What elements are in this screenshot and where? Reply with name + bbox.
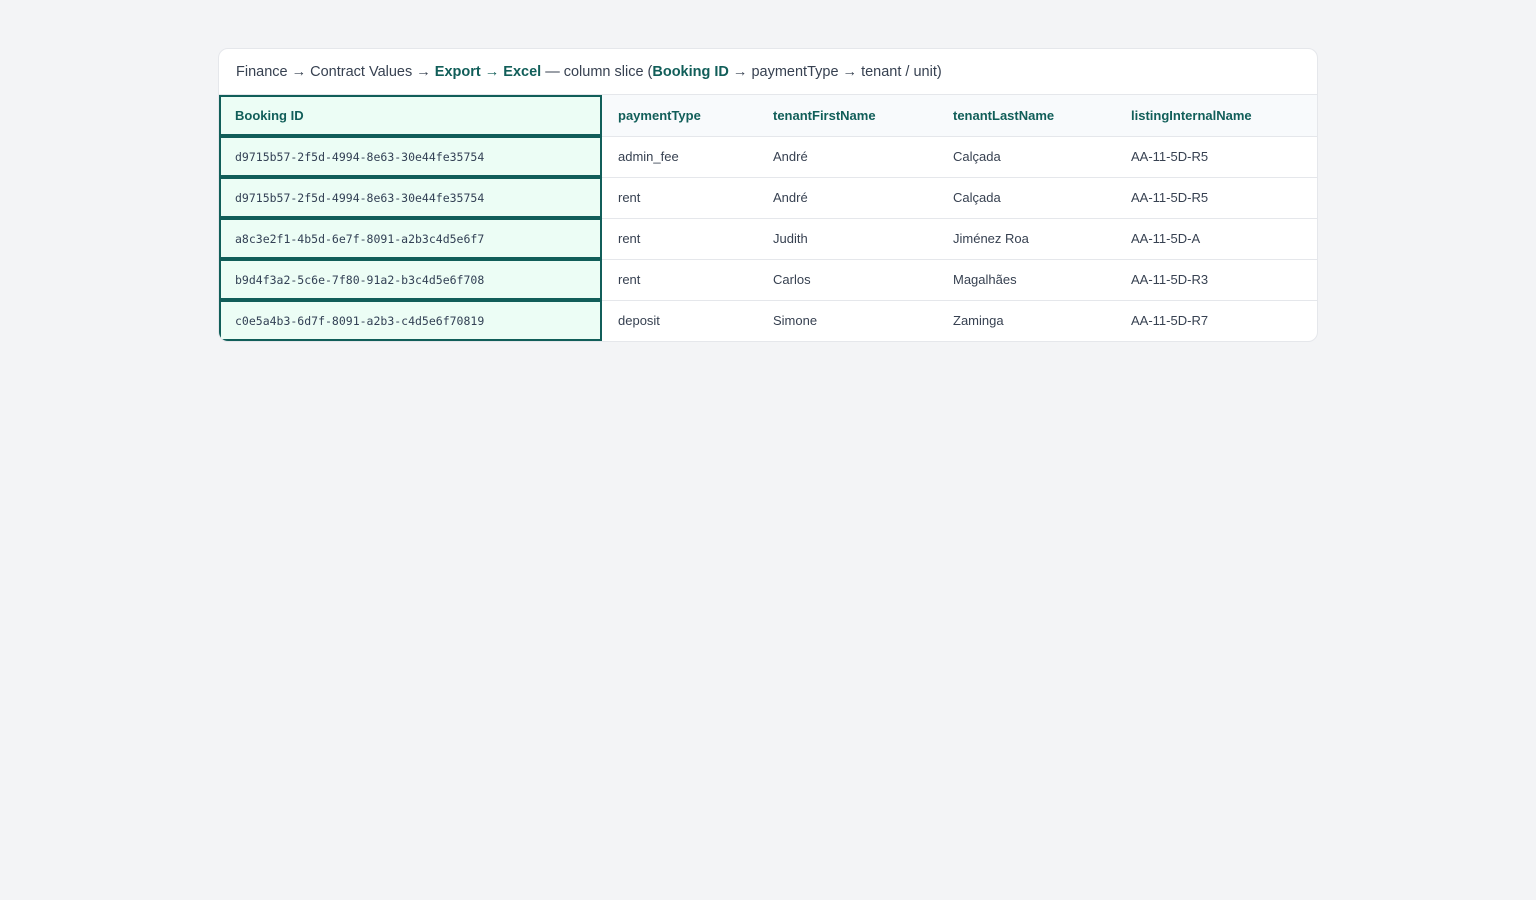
tenant-first-name-cell[interactable]: André bbox=[757, 136, 937, 178]
breadcrumb: Finance → Contract Values → Export → Exc… bbox=[219, 49, 1317, 95]
breadcrumb-path: Finance → Contract Values → bbox=[236, 63, 435, 80]
listing-internal-name-cell[interactable]: AA-11-5D-R5 bbox=[1115, 177, 1317, 219]
breadcrumb-column-slice-label: — column slice ( bbox=[541, 63, 653, 80]
booking-id-cell[interactable]: d9715b57-2f5d-4994-8e63-30e44fe35754 bbox=[219, 177, 602, 219]
tenant-last-name-cell[interactable]: Magalhães bbox=[937, 259, 1115, 301]
column-header-tenant-first-name[interactable]: tenantFirstName bbox=[757, 95, 937, 137]
tenant-first-name-cell[interactable]: Judith bbox=[757, 218, 937, 260]
listing-internal-name-cell[interactable]: AA-11-5D-R7 bbox=[1115, 300, 1317, 341]
breadcrumb-column-order: → paymentType → tenant / unit) bbox=[728, 63, 942, 80]
listing-internal-name-cell[interactable]: AA-11-5D-A bbox=[1115, 218, 1317, 260]
table-row: a8c3e2f1-4b5d-6e7f-8091-a2b3c4d5e6f7 ren… bbox=[219, 218, 1317, 260]
tenant-first-name-cell[interactable]: Carlos bbox=[757, 259, 937, 301]
column-header-listing-internal-name[interactable]: listingInternalName bbox=[1115, 95, 1317, 137]
column-header-booking-id[interactable]: Booking ID bbox=[219, 95, 602, 137]
breadcrumb-export-excel: Export → Excel bbox=[434, 63, 542, 80]
booking-id-cell[interactable]: a8c3e2f1-4b5d-6e7f-8091-a2b3c4d5e6f7 bbox=[219, 218, 602, 260]
tenant-last-name-cell[interactable]: Zaminga bbox=[937, 300, 1115, 341]
column-header-tenant-last-name[interactable]: tenantLastName bbox=[937, 95, 1115, 137]
listing-internal-name-cell[interactable]: AA-11-5D-R5 bbox=[1115, 136, 1317, 178]
payment-type-cell[interactable]: rent bbox=[602, 218, 757, 260]
export-table: Booking ID paymentType tenantFirstName t… bbox=[219, 95, 1317, 341]
export-preview-card: Finance → Contract Values → Export → Exc… bbox=[218, 48, 1318, 342]
payment-type-cell[interactable]: admin_fee bbox=[602, 136, 757, 178]
breadcrumb-booking-id: Booking ID bbox=[652, 63, 729, 80]
header-row: Booking ID paymentType tenantFirstName t… bbox=[219, 95, 1317, 137]
tenant-last-name-cell[interactable]: Calçada bbox=[937, 177, 1115, 219]
payment-type-cell[interactable]: deposit bbox=[602, 300, 757, 341]
table-row: c0e5a4b3-6d7f-8091-a2b3-c4d5e6f70819 dep… bbox=[219, 300, 1317, 341]
payment-type-cell[interactable]: rent bbox=[602, 177, 757, 219]
booking-id-cell[interactable]: b9d4f3a2-5c6e-7f80-91a2-b3c4d5e6f708 bbox=[219, 259, 602, 301]
booking-id-cell[interactable]: d9715b57-2f5d-4994-8e63-30e44fe35754 bbox=[219, 136, 602, 178]
table-row: b9d4f3a2-5c6e-7f80-91a2-b3c4d5e6f708 ren… bbox=[219, 259, 1317, 301]
table-row: d9715b57-2f5d-4994-8e63-30e44fe35754 ren… bbox=[219, 177, 1317, 219]
booking-id-cell[interactable]: c0e5a4b3-6d7f-8091-a2b3-c4d5e6f70819 bbox=[219, 300, 602, 341]
column-header-payment-type[interactable]: paymentType bbox=[602, 95, 757, 137]
tenant-last-name-cell[interactable]: Calçada bbox=[937, 136, 1115, 178]
table-row: d9715b57-2f5d-4994-8e63-30e44fe35754 adm… bbox=[219, 136, 1317, 178]
tenant-first-name-cell[interactable]: Simone bbox=[757, 300, 937, 341]
payment-type-cell[interactable]: rent bbox=[602, 259, 757, 301]
tenant-last-name-cell[interactable]: Jiménez Roa bbox=[937, 218, 1115, 260]
listing-internal-name-cell[interactable]: AA-11-5D-R3 bbox=[1115, 259, 1317, 301]
tenant-first-name-cell[interactable]: André bbox=[757, 177, 937, 219]
